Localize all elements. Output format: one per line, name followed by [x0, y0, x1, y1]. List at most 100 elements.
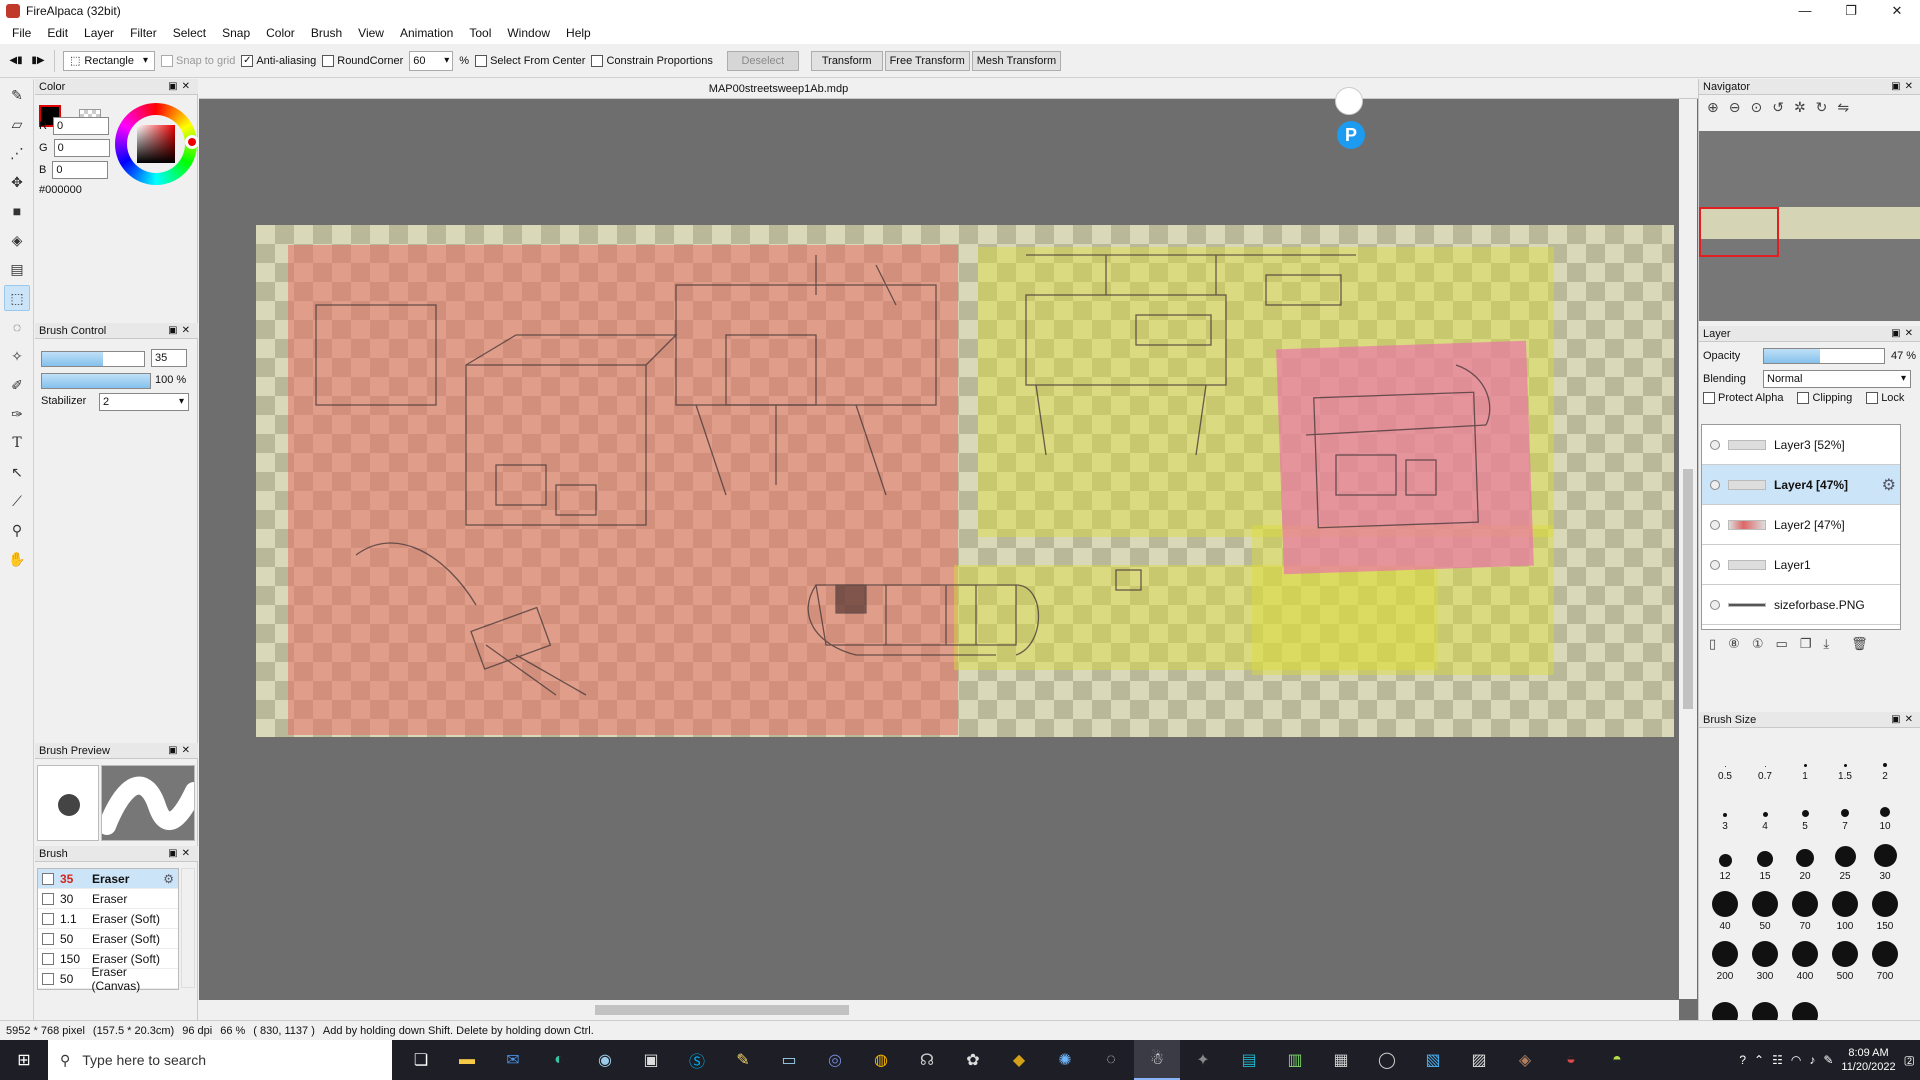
- free-transform-button[interactable]: Free Transform: [884, 50, 970, 71]
- brush-size-option[interactable]: 500: [1825, 934, 1865, 984]
- brush-size-option[interactable]: 30: [1865, 834, 1905, 884]
- panel-float-close-icon[interactable]: ▣✕: [168, 846, 194, 862]
- minimize-button[interactable]: —: [1782, 0, 1828, 22]
- color-wheel[interactable]: [115, 103, 199, 185]
- constrain-proportions-checkbox[interactable]: Constrain Proportions: [591, 54, 713, 67]
- clock[interactable]: 8:09 AM 11/20/2022: [1841, 1046, 1895, 1074]
- menu-color[interactable]: Color: [258, 22, 303, 44]
- brush-size-option[interactable]: 50: [1745, 884, 1785, 934]
- app-icon-gray[interactable]: ▦: [1318, 1040, 1364, 1080]
- steam-icon[interactable]: ◉: [582, 1040, 628, 1080]
- app-icon-dark[interactable]: ✦: [1180, 1040, 1226, 1080]
- layer-item[interactable]: Layer2 [47%]: [1702, 505, 1900, 545]
- brush-opacity-slider[interactable]: [41, 373, 151, 389]
- merge-down-icon[interactable]: ⤓: [1823, 636, 1829, 652]
- firealpaca-icon[interactable]: ☃: [1134, 1040, 1180, 1080]
- edge-icon[interactable]: ◐: [536, 1040, 582, 1080]
- select-tool-icon[interactable]: ⬚: [4, 285, 30, 311]
- ring-app-icon[interactable]: ◌: [1088, 1040, 1134, 1080]
- corner-value-dropdown[interactable]: 60: [409, 50, 454, 71]
- palette-icon[interactable]: ✿: [950, 1040, 996, 1080]
- new-layer-icon[interactable]: ▯: [1709, 636, 1716, 652]
- artboard[interactable]: [256, 225, 1674, 737]
- brush-size-option[interactable]: 200: [1705, 934, 1745, 984]
- brush-size-option[interactable]: 70: [1785, 884, 1825, 934]
- trash-icon[interactable]: 🗑: [1851, 636, 1868, 652]
- zoom-out-icon[interactable]: ⊖: [1729, 99, 1741, 116]
- panel-float-close-icon[interactable]: ▣✕: [1891, 79, 1917, 95]
- text-tool-icon[interactable]: T: [4, 430, 30, 456]
- dot-tool-icon[interactable]: ⋰: [4, 140, 30, 166]
- brush-size-option[interactable]: 25: [1825, 834, 1865, 884]
- rotate-right-icon[interactable]: ↻: [1816, 99, 1828, 116]
- bucket-tool-icon[interactable]: ◈: [4, 227, 30, 253]
- hand-tool-icon[interactable]: ✋: [4, 546, 30, 572]
- saturation-value-square[interactable]: [137, 125, 175, 163]
- windows-start-icon[interactable]: ⊞: [0, 1040, 48, 1080]
- brush-size-option[interactable]: 150: [1865, 884, 1905, 934]
- round-corner-checkbox[interactable]: RoundCorner: [322, 54, 403, 67]
- layer-item[interactable]: Layer3 [52%]: [1702, 425, 1900, 465]
- navigator-preview[interactable]: [1699, 131, 1920, 321]
- network-icon[interactable]: ☷: [1772, 1053, 1783, 1067]
- fill-rect-tool-icon[interactable]: ■: [4, 198, 30, 224]
- settings-app-icon[interactable]: ✺: [1042, 1040, 1088, 1080]
- operation-tool-icon[interactable]: ↖: [4, 459, 30, 485]
- brush-size-option[interactable]: 3: [1705, 784, 1745, 834]
- menu-help[interactable]: Help: [558, 22, 599, 44]
- brush-size-option[interactable]: 5: [1785, 784, 1825, 834]
- hue-handle[interactable]: [185, 135, 199, 149]
- panel-float-close-icon[interactable]: ▣✕: [168, 743, 194, 759]
- brush-item[interactable]: 1.1 Eraser (Soft): [38, 909, 178, 929]
- brush-size-option[interactable]: 300: [1745, 934, 1785, 984]
- canvas-area[interactable]: MAP00streetsweep1Ab.mdp P: [199, 79, 1698, 1020]
- divide-tool-icon[interactable]: ⟋: [4, 488, 30, 514]
- panel-float-close-icon[interactable]: ▣✕: [1891, 326, 1917, 342]
- select-from-center-checkbox[interactable]: Select From Center: [475, 54, 585, 67]
- panel-float-close-icon[interactable]: ▣✕: [168, 79, 194, 95]
- red-input[interactable]: 0: [52, 117, 109, 135]
- rotate-left-icon[interactable]: ↺: [1772, 99, 1784, 116]
- app-icon-lime[interactable]: ◓: [1594, 1040, 1640, 1080]
- brush-item[interactable]: 50 Eraser (Canvas): [38, 965, 178, 993]
- gear-icon[interactable]: ⚙: [163, 872, 174, 886]
- mascot-icon[interactable]: [1335, 87, 1363, 115]
- wifi-icon[interactable]: ◠: [1791, 1053, 1801, 1067]
- canvas-vertical-scrollbar[interactable]: [1679, 99, 1697, 999]
- brush-item[interactable]: 50 Eraser (Soft): [38, 929, 178, 949]
- new-8bit-layer-icon[interactable]: ⑧: [1728, 636, 1740, 652]
- app-icon-doc[interactable]: ▨: [1456, 1040, 1502, 1080]
- select-eraser-tool-icon[interactable]: ✑: [4, 401, 30, 427]
- app-icon-green[interactable]: ▥: [1272, 1040, 1318, 1080]
- brush-size-option[interactable]: 12: [1705, 834, 1745, 884]
- menu-select[interactable]: Select: [165, 22, 214, 44]
- magic-wand-tool-icon[interactable]: ✧: [4, 343, 30, 369]
- panel-float-close-icon[interactable]: ▣✕: [1891, 712, 1917, 728]
- visibility-icon[interactable]: [1710, 519, 1720, 530]
- app-icon-red[interactable]: ◒: [1548, 1040, 1594, 1080]
- brush-size-option[interactable]: 1.5: [1825, 734, 1865, 784]
- game-icon[interactable]: ◆: [996, 1040, 1042, 1080]
- snap-to-grid-checkbox[interactable]: Snap to grid: [161, 54, 235, 67]
- brush-size-input[interactable]: 35: [151, 349, 187, 367]
- file-explorer-icon[interactable]: ▬: [444, 1040, 490, 1080]
- lasso-tool-icon[interactable]: ◌: [4, 314, 30, 340]
- green-input[interactable]: 0: [53, 139, 110, 157]
- brush-size-scrollbar[interactable]: [1907, 732, 1920, 1018]
- share-icon[interactable]: P: [1337, 121, 1365, 149]
- pen-tool-icon[interactable]: ✎: [4, 82, 30, 108]
- lock-checkbox[interactable]: Lock: [1866, 392, 1904, 404]
- brush-size-option[interactable]: 10: [1865, 784, 1905, 834]
- brush-size-option[interactable]: 1: [1785, 734, 1825, 784]
- visibility-icon[interactable]: [1710, 559, 1720, 570]
- brush-size-option[interactable]: 0.7: [1745, 734, 1785, 784]
- next-frame-icon[interactable]: ▮▶: [30, 53, 46, 69]
- brush-size-option[interactable]: 2: [1865, 734, 1905, 784]
- layer-opacity-slider[interactable]: [1763, 348, 1885, 364]
- chrome-icon[interactable]: ◍: [858, 1040, 904, 1080]
- menu-animation[interactable]: Animation: [392, 22, 461, 44]
- anti-aliasing-checkbox[interactable]: ✓ Anti-aliasing: [241, 54, 316, 67]
- navigator-viewport-rect[interactable]: [1699, 207, 1779, 257]
- mail-icon[interactable]: ✉: [490, 1040, 536, 1080]
- menu-edit[interactable]: Edit: [39, 22, 76, 44]
